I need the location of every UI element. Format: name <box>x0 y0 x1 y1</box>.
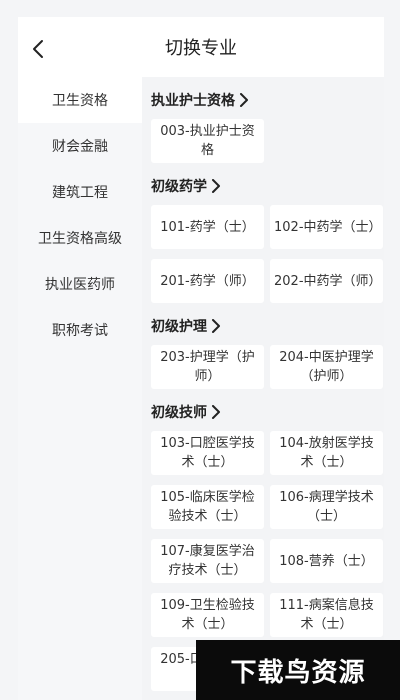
chevron-left-icon <box>33 40 43 58</box>
major-grid: 203-护理学（护师） 204-中医护理学（护师） <box>151 345 383 389</box>
major-card[interactable]: 111-病案信息技术（士） <box>270 593 383 637</box>
major-card[interactable]: 201-药学（师） <box>151 259 264 303</box>
major-card[interactable]: 103-口腔医学技术（士） <box>151 431 264 475</box>
major-card[interactable]: 108-营养（士） <box>270 539 383 583</box>
major-card[interactable]: 102-中药学（士） <box>270 205 383 249</box>
sidebar-item-yiyaoshi[interactable]: 执业医药师 <box>18 261 142 307</box>
section-title-label: 初级药学 <box>151 179 207 195</box>
major-card[interactable]: 202-中药学（师） <box>270 259 383 303</box>
major-card[interactable]: 107-康复医学治疗技术（士） <box>151 539 264 583</box>
major-card[interactable]: 203-护理学（护师） <box>151 345 264 389</box>
watermark-logo: 下载鸟资源 <box>196 640 400 700</box>
major-card[interactable]: 106-病理学技术（士） <box>270 485 383 529</box>
section-title[interactable]: 初级药学 <box>151 171 384 201</box>
major-card[interactable]: 104-放射医学技术（士） <box>270 431 383 475</box>
major-card[interactable]: 101-药学（士） <box>151 205 264 249</box>
section-title[interactable]: 执业护士资格 <box>151 85 384 115</box>
sidebar-item-weisheng-gaoji[interactable]: 卫生资格高级 <box>18 215 142 261</box>
section-title-label: 执业护士资格 <box>151 93 235 109</box>
sidebar-item-zhicheng[interactable]: 职称考试 <box>18 307 142 353</box>
major-list: 执业护士资格 003-执业护士资格 初级药学 101-药学（士） 102-中药学… <box>142 77 384 700</box>
sidebar-item-jianzhu[interactable]: 建筑工程 <box>18 169 142 215</box>
chevron-right-icon <box>211 405 221 419</box>
back-button[interactable] <box>24 35 52 63</box>
page-title: 切换专业 <box>165 38 237 59</box>
major-card[interactable]: 204-中医护理学（护师） <box>270 345 383 389</box>
chevron-right-icon <box>239 93 249 107</box>
major-grid: 101-药学（士） 102-中药学（士） 201-药学（师） 202-中药学（师… <box>151 205 383 303</box>
chevron-right-icon <box>211 319 221 333</box>
app-frame: 切换专业 卫生资格 财会金融 建筑工程 卫生资格高级 执业医药师 职称考试 执业… <box>18 17 384 700</box>
major-card[interactable]: 105-临床医学检验技术（士） <box>151 485 264 529</box>
major-card[interactable]: 003-执业护士资格 <box>151 119 264 163</box>
major-card[interactable]: 109-卫生检验技术（士） <box>151 593 264 637</box>
major-grid: 003-执业护士资格 <box>151 119 383 163</box>
category-sidebar: 卫生资格 财会金融 建筑工程 卫生资格高级 执业医药师 职称考试 <box>18 77 142 700</box>
section-title[interactable]: 初级护理 <box>151 311 384 341</box>
section-title-label: 初级技师 <box>151 405 207 421</box>
sidebar-item-weisheng[interactable]: 卫生资格 <box>18 77 142 123</box>
chevron-right-icon <box>211 179 221 193</box>
section-title-label: 初级护理 <box>151 319 207 335</box>
header: 切换专业 <box>18 17 384 77</box>
sidebar-item-caikuai[interactable]: 财会金融 <box>18 123 142 169</box>
section-title[interactable]: 初级技师 <box>151 397 384 427</box>
